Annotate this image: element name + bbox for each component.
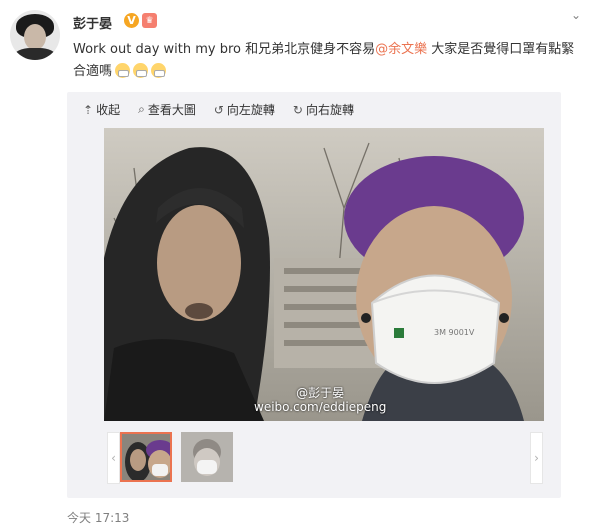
- rotate-right-icon: ↻: [292, 102, 303, 117]
- mask-emoji-icon: [133, 63, 149, 78]
- vip-crown-icon: ♛: [142, 13, 157, 28]
- next-arrow-icon[interactable]: ›: [530, 432, 543, 484]
- thumbnail-image: [122, 434, 170, 480]
- rotate-left-label: 向左旋轉: [226, 103, 275, 117]
- avatar-shirt: [14, 48, 56, 60]
- watermark-url: weibo.com/eddiepeng: [254, 400, 387, 414]
- rotate-right-button[interactable]: ↻ 向右旋轉: [293, 101, 354, 118]
- chevron-down-icon[interactable]: ⌄: [571, 8, 581, 22]
- view-large-button[interactable]: ⌕ 查看大圖: [138, 101, 196, 118]
- post-timestamp[interactable]: 今天 17:13: [67, 509, 129, 526]
- thumbnail-strip: ‹ ›: [107, 432, 543, 484]
- verified-v-icon: V: [124, 13, 139, 28]
- view-large-label: 查看大圖: [147, 103, 196, 117]
- mask-label-text: 3M 9001V: [434, 328, 475, 337]
- collapse-icon: ⇡: [83, 102, 94, 117]
- watermark-user: @彭于晏: [296, 386, 345, 400]
- rotate-left-icon: ↺: [213, 102, 224, 117]
- post-text-main: Work out day with my bro 和兄弟北京健身不容易: [73, 42, 376, 57]
- search-icon: ⌕: [138, 102, 145, 116]
- collapse-button[interactable]: ⇡ 收起: [83, 101, 120, 118]
- mask-emoji-icon: [151, 63, 167, 78]
- media-viewer: ⇡ 收起 ⌕ 查看大圖 ↺ 向左旋轉 ↻ 向右旋轉 3M 9001V @彭于晏 …: [67, 92, 561, 498]
- post-photo[interactable]: 3M 9001V @彭于晏 weibo.com/eddiepeng: [104, 128, 544, 421]
- avatar[interactable]: [10, 10, 60, 60]
- mention-link[interactable]: @余文樂: [375, 42, 427, 57]
- photo-illustration: 3M 9001V: [104, 128, 544, 421]
- mask-emoji-icon: [115, 63, 131, 78]
- avatar-face: [24, 24, 46, 50]
- thumbnail-image: [181, 432, 233, 482]
- post-text: Work out day with my bro 和兄弟北京健身不容易@余文樂 …: [73, 39, 578, 83]
- prev-arrow-icon[interactable]: ‹: [107, 432, 120, 484]
- username[interactable]: 彭于晏: [73, 13, 112, 32]
- user-badges: V ♛: [124, 13, 157, 28]
- rotate-left-button[interactable]: ↺ 向左旋轉: [214, 101, 275, 118]
- collapse-label: 收起: [96, 103, 121, 117]
- photo-watermark: @彭于晏 weibo.com/eddiepeng: [254, 386, 386, 414]
- thumbnail-item-1[interactable]: [120, 432, 172, 482]
- media-toolbar: ⇡ 收起 ⌕ 查看大圖 ↺ 向左旋轉 ↻ 向右旋轉: [83, 101, 354, 118]
- thumbnail-item-2[interactable]: [181, 432, 233, 482]
- rotate-right-label: 向右旋轉: [305, 103, 354, 117]
